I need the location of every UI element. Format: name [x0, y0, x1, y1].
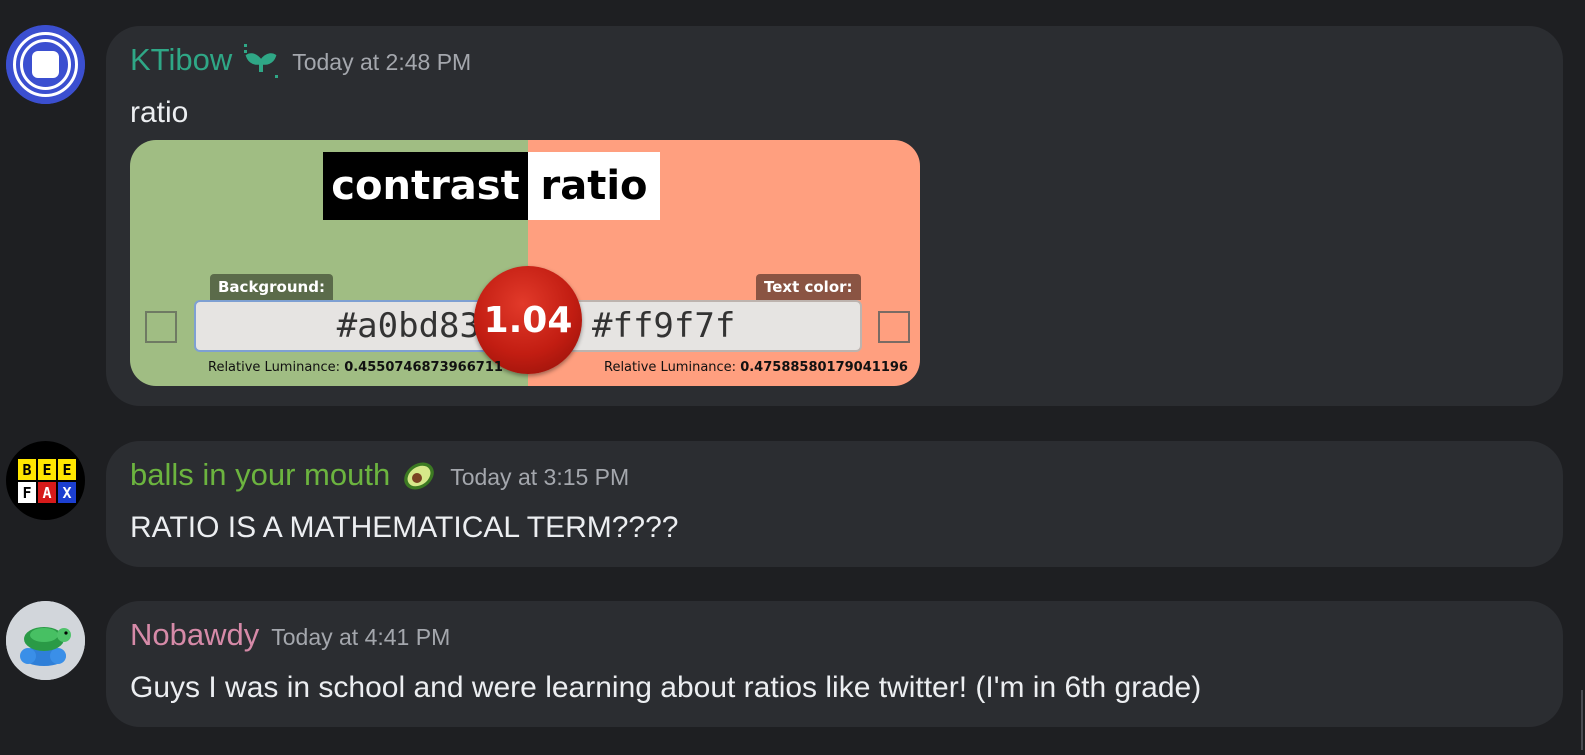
turtle-icon: [6, 601, 85, 680]
message-bubble: Nobawdy Today at 4:41 PM Guys I was in s…: [106, 601, 1563, 727]
username[interactable]: balls in your mouth: [130, 457, 390, 493]
beefax-logo-icon: B E E F A X: [18, 459, 76, 503]
avatar-ktibow[interactable]: [6, 25, 85, 104]
sprout-icon: [242, 42, 280, 85]
message-text: ratio: [130, 96, 189, 129]
avatar-nobawdy[interactable]: [6, 601, 85, 680]
text-color-swatch: [878, 311, 910, 343]
message-header: Nobawdy Today at 4:41 PM: [130, 617, 450, 653]
timestamp: Today at 2:48 PM: [292, 49, 472, 75]
message-bubble: balls in your mouth Today at 3:15 PM RAT…: [106, 441, 1563, 567]
message-header: balls in your mouth Today at 3:15 PM: [130, 457, 629, 500]
message-bubble: KTibow Today at 2:48 PM ratio contrast r…: [106, 26, 1563, 406]
title-ratio: ratio: [528, 152, 660, 220]
timestamp: Today at 3:15 PM: [450, 464, 630, 490]
message-text: Guys I was in school and were learning a…: [130, 671, 1202, 704]
message-header: KTibow Today at 2:48 PM: [130, 42, 471, 85]
embedded-image[interactable]: contrast ratio Background: Text color: #…: [130, 140, 920, 386]
ring-logo-icon: [6, 25, 85, 104]
avocado-icon: [400, 457, 438, 500]
text-luminance: Relative Luminance: 0.47588580179041196: [604, 360, 908, 375]
message-text: RATIO IS A MATHEMATICAL TERM????: [130, 511, 679, 544]
username[interactable]: KTibow: [130, 42, 232, 78]
username[interactable]: Nobawdy: [130, 617, 259, 653]
background-swatch: [145, 311, 177, 343]
background-label: Background:: [210, 274, 333, 300]
contrast-ratio-badge: 1.04: [474, 266, 582, 374]
background-luminance: Relative Luminance: 0.4550746873966711: [208, 360, 503, 375]
text-color-label: Text color:: [756, 274, 861, 300]
text-color-input: #ff9f7f: [566, 300, 862, 352]
background-input: #a0bd83: [194, 300, 494, 352]
title-contrast: contrast: [323, 152, 528, 220]
avatar-beefax[interactable]: B E E F A X: [6, 441, 85, 520]
scrollbar[interactable]: [1581, 690, 1583, 750]
timestamp: Today at 4:41 PM: [271, 624, 451, 650]
